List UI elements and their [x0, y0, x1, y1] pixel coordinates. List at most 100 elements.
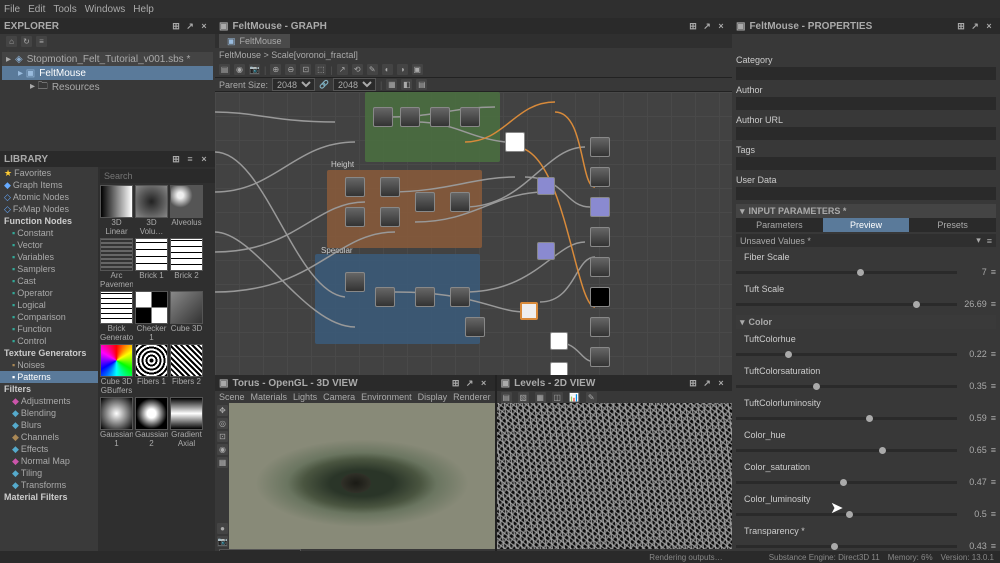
graph-output-node[interactable]: [590, 257, 610, 277]
graph-node[interactable]: [345, 272, 365, 292]
graph-node[interactable]: [415, 287, 435, 307]
tool-icon[interactable]: ✎: [367, 64, 378, 75]
slider-value[interactable]: 0.47: [961, 477, 987, 487]
menu-icon[interactable]: ≡: [184, 153, 196, 165]
slider-track[interactable]: [736, 303, 957, 306]
2d-tool-icon[interactable]: ▧: [518, 392, 529, 403]
lib-operator[interactable]: ▪Operator: [0, 287, 98, 299]
undock-icon[interactable]: ↗: [701, 377, 713, 389]
tool-icon[interactable]: ▦: [386, 79, 397, 90]
view-tool-icon[interactable]: ●: [217, 523, 228, 534]
slider-track[interactable]: [736, 513, 957, 516]
lib-samplers[interactable]: ▪Samplers: [0, 263, 98, 275]
view-tool-icon[interactable]: ✥: [217, 405, 228, 416]
input-parameters-header[interactable]: ▾INPUT PARAMETERS *: [736, 204, 996, 218]
menu-icon[interactable]: ≡: [991, 299, 996, 309]
graph-node[interactable]: [450, 287, 470, 307]
view-tool-icon[interactable]: ▦: [217, 457, 228, 468]
slider-track[interactable]: [736, 417, 957, 420]
thumbnail[interactable]: [135, 344, 168, 377]
2d-tool-icon[interactable]: ✎: [586, 392, 597, 403]
split-icon[interactable]: ⊞: [170, 20, 182, 32]
lib-texgens[interactable]: Texture Generators: [0, 347, 98, 359]
slider-value[interactable]: 0.65: [961, 445, 987, 455]
graph-output-node[interactable]: [590, 197, 610, 217]
color-section-header[interactable]: ▾Color: [736, 315, 996, 329]
tool-icon[interactable]: 📷: [249, 64, 260, 75]
view-tool-icon[interactable]: ◉: [217, 444, 228, 455]
graph-node[interactable]: [345, 207, 365, 227]
thumbnail[interactable]: [135, 291, 168, 324]
link-icon[interactable]: 🔗: [319, 80, 329, 89]
menu-edit[interactable]: Edit: [28, 4, 45, 15]
view-tool-icon[interactable]: ⊡: [217, 431, 228, 442]
undock-icon[interactable]: ↗: [701, 20, 713, 32]
slider-value[interactable]: 0.59: [961, 413, 987, 423]
menu-file[interactable]: File: [4, 4, 20, 15]
tool-icon[interactable]: ◐: [382, 64, 393, 75]
menu-icon[interactable]: ≡: [991, 349, 996, 359]
thumbnail[interactable]: [100, 291, 133, 324]
tool-icon[interactable]: ▤: [416, 79, 427, 90]
slider-track[interactable]: [736, 271, 957, 274]
thumbnail[interactable]: [170, 397, 203, 430]
close-icon[interactable]: ×: [198, 20, 210, 32]
prop-category-field[interactable]: [736, 67, 996, 80]
graph-output-node[interactable]: [590, 317, 610, 337]
slider-track[interactable]: [736, 481, 957, 484]
graph-node[interactable]: [400, 107, 420, 127]
thumbnail[interactable]: [100, 397, 133, 430]
graph-node[interactable]: [375, 287, 395, 307]
tab-presets[interactable]: Presets: [909, 218, 996, 232]
tab-preview[interactable]: Preview: [823, 218, 910, 232]
tool-icon[interactable]: ⟲: [352, 64, 363, 75]
lib-blending[interactable]: ◆Blending: [0, 407, 98, 419]
split-icon[interactable]: ⊞: [687, 377, 699, 389]
split-icon[interactable]: ⊞: [955, 20, 967, 32]
lib-normalmap[interactable]: ◆Normal Map: [0, 455, 98, 467]
lib-fxmap-nodes[interactable]: ◇FxMap Nodes: [0, 203, 98, 215]
lib-graph-items[interactable]: ◆Graph Items: [0, 179, 98, 191]
undock-icon[interactable]: ↗: [184, 20, 196, 32]
lib-transforms[interactable]: ◆Transforms: [0, 479, 98, 491]
lib-favorites[interactable]: ★Favorites: [0, 167, 98, 179]
3d-menu-lights[interactable]: Lights: [293, 392, 317, 402]
thumbnail[interactable]: [135, 397, 168, 430]
home-icon[interactable]: ⌂: [6, 36, 17, 47]
tab-parameters[interactable]: Parameters: [736, 218, 823, 232]
tool-icon[interactable]: ◑: [397, 64, 408, 75]
3d-viewport[interactable]: [229, 403, 495, 549]
library-search[interactable]: [100, 169, 215, 183]
3d-menu-renderer[interactable]: Renderer: [453, 392, 491, 402]
tool-icon[interactable]: ↗: [337, 64, 348, 75]
thumbnail[interactable]: [170, 344, 203, 377]
lib-effects[interactable]: ◆Effects: [0, 443, 98, 455]
2d-tool-icon[interactable]: 📊: [569, 392, 580, 403]
slider-track[interactable]: [736, 353, 957, 356]
slider-value[interactable]: 0.22: [961, 349, 987, 359]
split-icon[interactable]: ⊞: [450, 377, 462, 389]
dropdown-icon[interactable]: ▾: [976, 235, 981, 246]
close-icon[interactable]: ×: [715, 377, 727, 389]
lib-function-nodes[interactable]: Function Nodes: [0, 215, 98, 227]
explorer-item-resources[interactable]: ▸ 🗀 Resources: [2, 80, 213, 94]
graph-node[interactable]: [460, 107, 480, 127]
graph-node[interactable]: [520, 302, 538, 320]
3d-menu-environment[interactable]: Environment: [361, 392, 412, 402]
menu-icon[interactable]: ≡: [991, 541, 996, 551]
thumbnail[interactable]: [135, 185, 168, 218]
menu-icon[interactable]: ≡: [991, 445, 996, 455]
lib-logical[interactable]: ▪Logical: [0, 299, 98, 311]
graph-node[interactable]: [537, 177, 555, 195]
menu-icon[interactable]: ≡: [991, 381, 996, 391]
undock-icon[interactable]: ↗: [969, 20, 981, 32]
tool-icon[interactable]: ◉: [234, 64, 245, 75]
slider-track[interactable]: [736, 545, 957, 548]
2d-tool-icon[interactable]: ▦: [535, 392, 546, 403]
graph-node[interactable]: [537, 242, 555, 260]
lib-vector[interactable]: ▪Vector: [0, 239, 98, 251]
close-icon[interactable]: ×: [715, 20, 727, 32]
graph-canvas[interactable]: Height Specular: [215, 92, 732, 375]
lib-control[interactable]: ▪Control: [0, 335, 98, 347]
undock-icon[interactable]: ↗: [464, 377, 476, 389]
